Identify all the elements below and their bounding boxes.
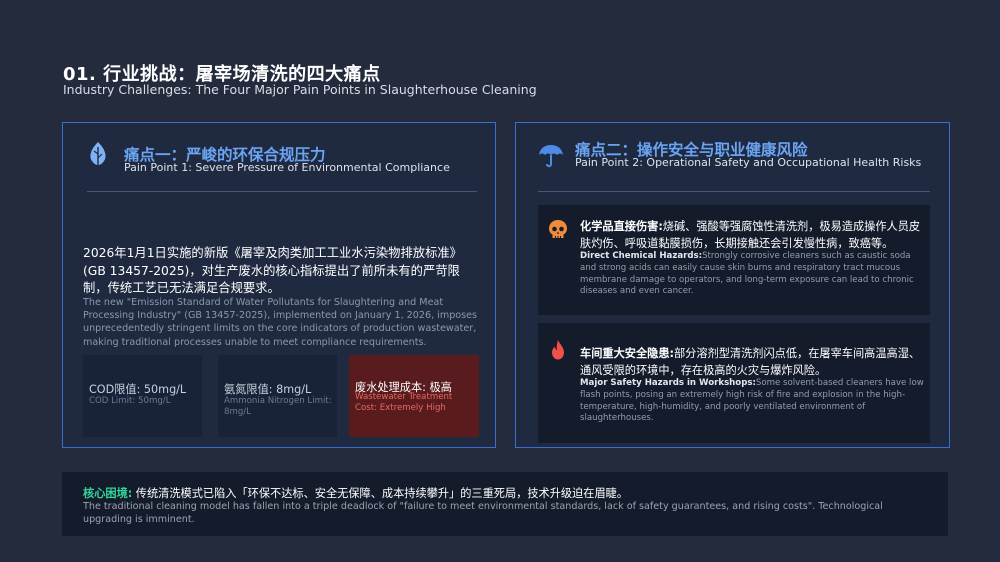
chemical-hazard-text-en: Direct Chemical Hazards:Strongly corrosi…	[580, 251, 925, 298]
core-dilemma-label: 核心困境:	[83, 487, 133, 500]
metric-ammonia-label: 氨氮限值: 8mg/L	[224, 383, 312, 396]
metric-cod-label-en: COD Limit: 50mg/L	[89, 396, 171, 406]
pain-point-2-panel: 痛点二：操作安全与职业健康风险 Pain Point 2: Operationa…	[515, 122, 950, 448]
workshop-hazard-text-zh: 车间重大安全隐患:部分溶剂型清洗剂闪点低，在屠宰车间高温高湿、通风受限的环境中，…	[580, 346, 925, 379]
chemical-hazard-text-zh: 化学品直接伤害:烧碱、强酸等强腐蚀性清洗剂，极易造成操作人员皮肤灼伤、呼吸道黏膜…	[580, 219, 925, 252]
core-dilemma-description: 传统清洗模式已陷入「环保不达标、安全无保障、成本持续攀升」的三重死局，技术升级迫…	[135, 487, 629, 500]
workshop-hazard-text-en: Major Safety Hazards in Workshops:Some s…	[580, 378, 925, 425]
pain-point-1-body-en: The new "Emission Standard of Water Poll…	[83, 297, 478, 348]
workshop-hazard-card: 车间重大安全隐患:部分溶剂型清洗剂闪点低，在屠宰车间高温高湿、通风受限的环境中，…	[538, 323, 930, 443]
metric-cost: 废水处理成本: 极高 Wastewater Treatment Cost: Ex…	[349, 355, 479, 437]
metric-ammonia-label-en: Ammonia Nitrogen Limit: 8mg/L	[224, 396, 332, 417]
metric-cost-label-en: Wastewater Treatment Cost: Extremely Hig…	[355, 392, 453, 413]
chemical-hazard-label: 化学品直接伤害:	[580, 220, 663, 233]
pain-point-1-panel: 痛点一：严峻的环保合规压力 Pain Point 1: Severe Press…	[62, 122, 496, 448]
skull-icon	[548, 219, 568, 245]
pain-point-2-subheading: Pain Point 2: Operational Safety and Occ…	[575, 156, 922, 169]
workshop-hazard-label: 车间重大安全隐患:	[580, 347, 674, 360]
leaf-icon	[87, 141, 109, 171]
fire-icon	[550, 339, 566, 365]
chemical-hazard-card: 化学品直接伤害:烧碱、强酸等强腐蚀性清洗剂，极易造成操作人员皮肤灼伤、呼吸道黏膜…	[538, 205, 930, 315]
divider	[538, 191, 930, 192]
pain-point-1-body-zh: 2026年1月1日实施的新版《屠宰及肉类加工工业水污染物排放标准》(GB 134…	[83, 246, 462, 295]
core-dilemma-banner: 核心困境: 传统清洗模式已陷入「环保不达标、安全无保障、成本持续攀升」的三重死局…	[62, 472, 948, 536]
workshop-hazard-label-en: Major Safety Hazards in Workshops:	[580, 378, 756, 388]
metric-ammonia: 氨氮限值: 8mg/L Ammonia Nitrogen Limit: 8mg/…	[218, 355, 337, 437]
chemical-hazard-label-en: Direct Chemical Hazards:	[580, 251, 703, 261]
pain-point-1-subheading: Pain Point 1: Severe Pressure of Environ…	[124, 161, 450, 174]
page-subtitle: Industry Challenges: The Four Major Pain…	[63, 82, 537, 97]
metric-cod-label: COD限值: 50mg/L	[89, 383, 187, 396]
core-dilemma-text-zh: 核心困境: 传统清洗模式已陷入「环保不达标、安全无保障、成本持续攀升」的三重死局…	[83, 485, 628, 501]
umbrella-icon	[538, 143, 564, 173]
core-dilemma-text-en: The traditional cleaning model has falle…	[83, 501, 883, 525]
metric-cod: COD限值: 50mg/L COD Limit: 50mg/L	[83, 355, 202, 437]
divider	[87, 191, 477, 192]
